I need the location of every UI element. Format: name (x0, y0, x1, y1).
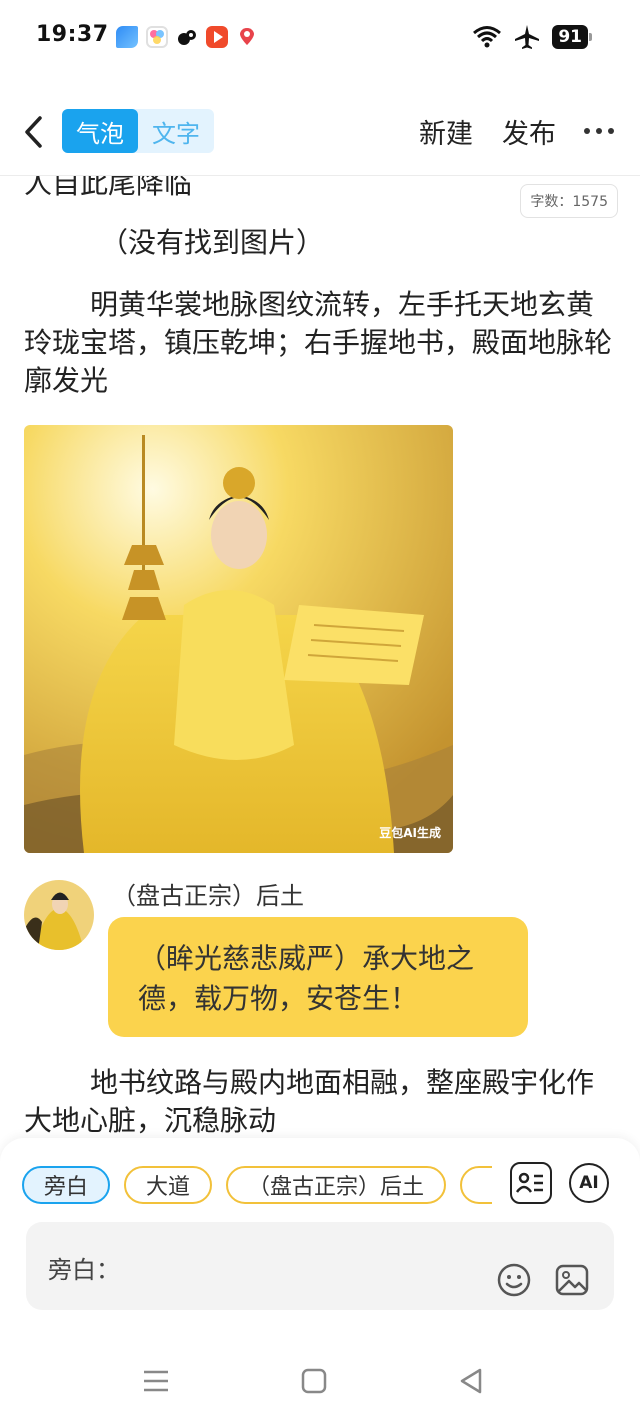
nav-menu-button[interactable] (141, 1366, 171, 1396)
speaker-name: （盘古正宗）后土 (112, 882, 304, 910)
nav-back-button[interactable] (456, 1366, 486, 1396)
system-icons: 91 (472, 24, 592, 50)
airplane-icon (515, 25, 540, 49)
insert-image-button[interactable] (554, 1262, 590, 1298)
more-dot-icon (584, 128, 590, 134)
role-chip-dadao[interactable]: 大道 (124, 1166, 213, 1204)
status-bar: 19:37 91 (0, 0, 640, 72)
chevron-left-icon (25, 116, 42, 148)
more-dot-icon (608, 128, 614, 134)
input-panel: 旁白 大道 （盘古正宗）后土 （ AI 旁白： (0, 1138, 640, 1336)
mode-bubble-button[interactable]: 气泡 (62, 109, 138, 153)
mode-toggle: 气泡 文字 (62, 109, 214, 153)
more-dot-icon (596, 128, 602, 134)
battery-icon: 91 (552, 25, 592, 49)
character-card-icon (515, 1172, 543, 1193)
status-time: 19:37 (36, 22, 109, 47)
dialogue-input[interactable]: 旁白： (26, 1222, 614, 1310)
role-chip-houtu[interactable]: （盘古正宗）后土 (226, 1166, 447, 1204)
image-watermark: 豆包AI生成 (379, 826, 441, 840)
word-count-badge: 字数：1575 (520, 184, 618, 218)
system-nav-bar (0, 1336, 640, 1426)
app-blue-icon (116, 26, 138, 48)
app-black-icon (176, 26, 198, 48)
no-image-note: （没有找到图片） (100, 226, 325, 259)
character-card-button[interactable] (510, 1162, 552, 1204)
notification-icons (116, 26, 258, 48)
publish-button[interactable]: 发布 (502, 112, 556, 151)
avatar[interactable] (24, 880, 94, 950)
video-app-icon (206, 26, 228, 48)
app-colorful-icon (146, 26, 168, 48)
nav-home-button[interactable] (299, 1366, 329, 1396)
role-chip-more[interactable]: （ (460, 1166, 492, 1204)
home-square-icon (301, 1368, 327, 1394)
role-chip-row[interactable]: 旁白 大道 （盘古正宗）后土 （ (22, 1166, 492, 1204)
more-options-button[interactable] (584, 116, 614, 146)
menu-icon (144, 1370, 168, 1392)
story-text-partial: 人自此尾降临 (24, 176, 193, 200)
back-button[interactable] (18, 112, 50, 152)
back-triangle-icon (460, 1368, 482, 1394)
role-chip-narration[interactable]: 旁白 (22, 1166, 111, 1204)
pin-app-icon (236, 26, 258, 48)
image-icon (555, 1264, 589, 1296)
mode-text-button[interactable]: 文字 (138, 109, 214, 153)
ai-assist-button[interactable]: AI (569, 1163, 609, 1203)
emoji-button[interactable] (496, 1262, 532, 1298)
dialogue-bubble[interactable]: （眸光慈悲威严）承大地之德，载万物，安苍生！ (108, 917, 528, 1037)
input-speaker-label: 旁白： (48, 1256, 120, 1284)
emoji-icon (497, 1263, 531, 1297)
wifi-icon (473, 26, 502, 48)
story-content[interactable]: 人自此尾降临 字数：1575 （没有找到图片） 明黄华裳地脉图纹流转，左手托天地… (0, 176, 640, 1138)
story-image[interactable]: 豆包AI生成 (24, 425, 453, 853)
story-paragraph: 明黄华裳地脉图纹流转，左手托天地玄黄玲珑宝塔，镇压乾坤；右手握地书，殿面地脉轮廓… (24, 288, 613, 397)
story-paragraph: 地书纹路与殿内地面相融，整座殿宇化作大地心脏，沉稳脉动 (24, 1066, 595, 1137)
editor-toolbar: 气泡 文字 新建 发布 (0, 100, 640, 164)
new-button[interactable]: 新建 (419, 112, 473, 151)
